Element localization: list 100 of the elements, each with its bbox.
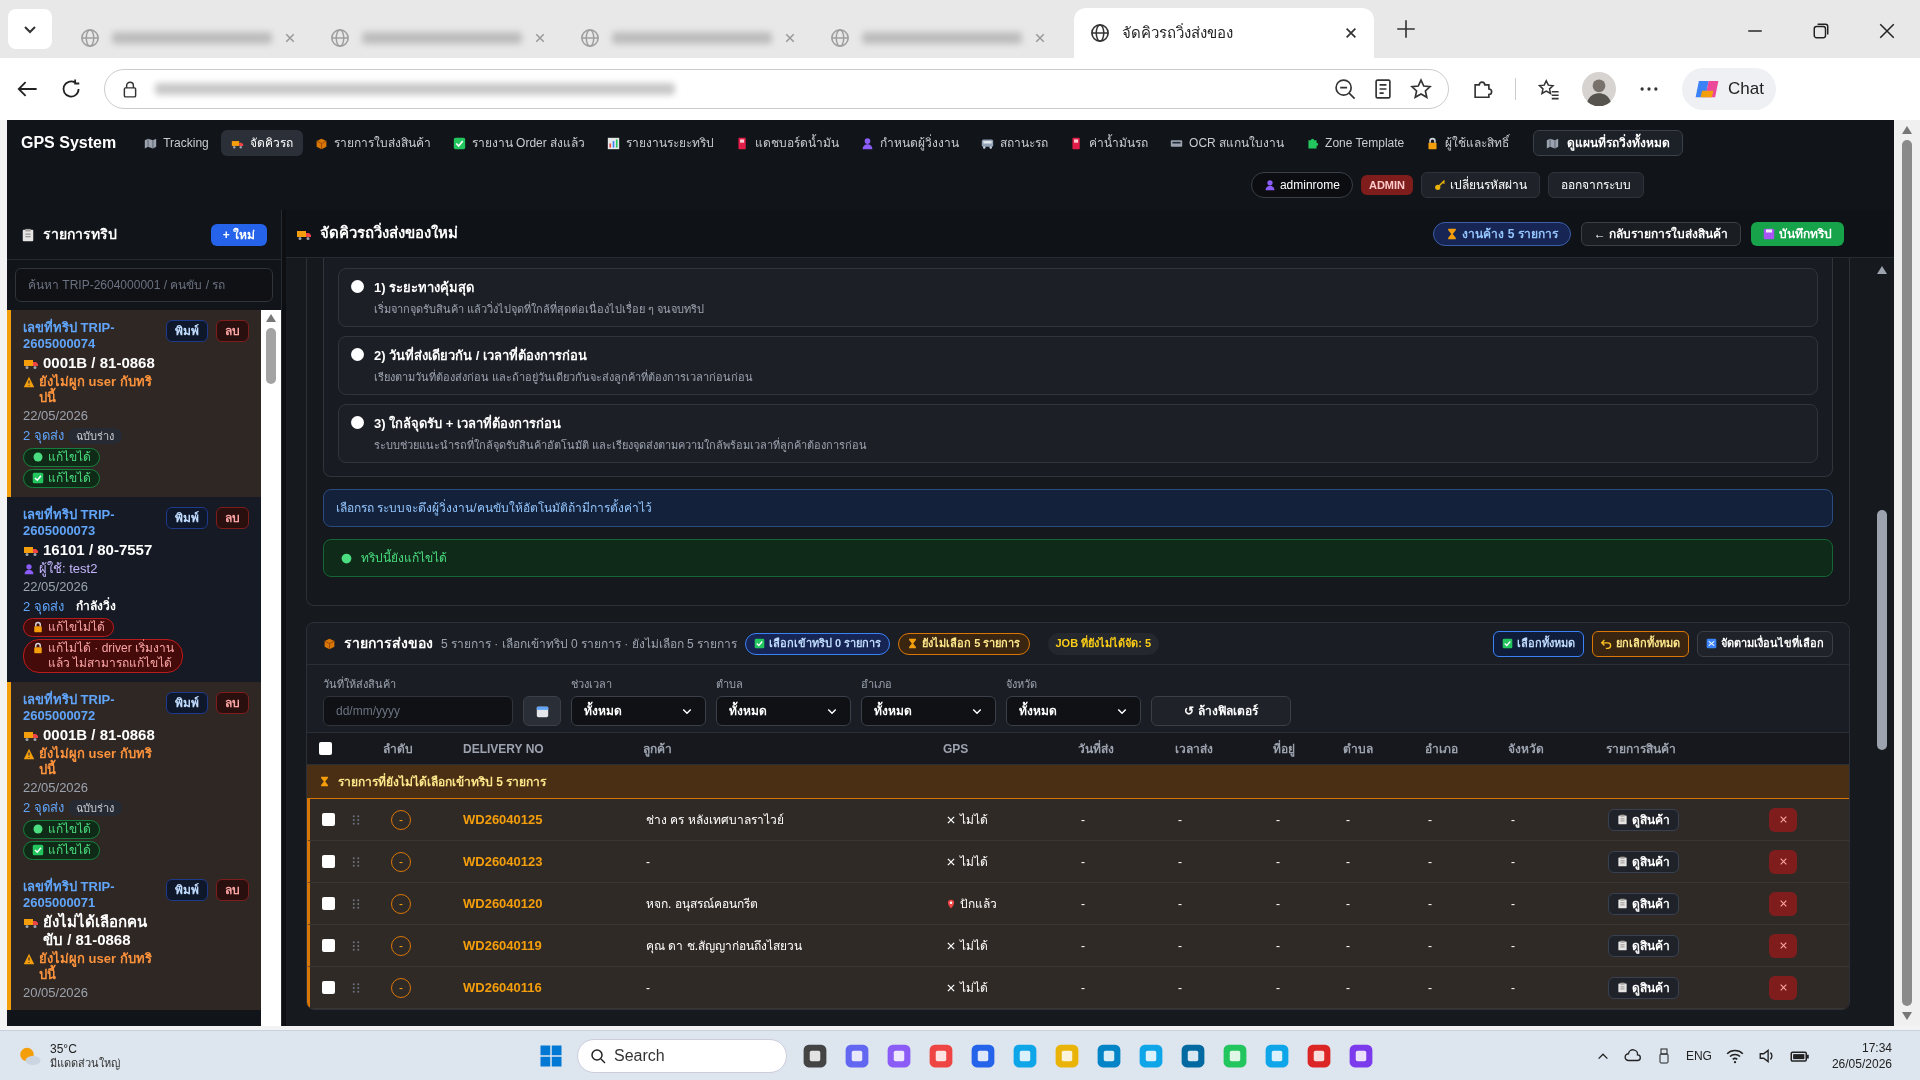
- view-items-button[interactable]: ดูสินค้า: [1608, 850, 1679, 873]
- nav-link[interactable]: Zone Template: [1296, 130, 1415, 156]
- nav-link[interactable]: Tracking: [134, 130, 219, 156]
- table-cell-text: -: [1345, 811, 1351, 829]
- radio-button[interactable]: [351, 416, 364, 429]
- user-icon: [23, 562, 35, 575]
- option-card[interactable]: 3) ใกล้จุดรับ + เวลาที่ต้องการก่อน ระบบช่วยแนะนำรถที่ใกล้จุดรับสินค้าอัตโนมัติ และเรียงจุดส่งตามความใกล้พร้อมเวลาที่ลูกค้าต้องการก่อน: [338, 404, 1818, 463]
- view-items-button[interactable]: ดูสินค้า: [1608, 976, 1679, 999]
- print-button[interactable]: พิมพ์: [166, 506, 209, 529]
- close-icon[interactable]: [1878, 22, 1896, 40]
- delete-button[interactable]: ลบ: [216, 878, 250, 901]
- extension-icon[interactable]: [1471, 78, 1493, 100]
- logout-button[interactable]: ออกจากระบบ: [1548, 172, 1644, 198]
- row-checkbox[interactable]: [322, 813, 335, 826]
- scroll-thumb[interactable]: [1902, 140, 1912, 1006]
- profile-avatar[interactable]: [1582, 72, 1616, 106]
- nav-link[interactable]: รายงาน Order ส่งแล้ว: [442, 130, 596, 156]
- sort-button[interactable]: จัดตามเงื่อนไขที่เลือก: [1697, 630, 1833, 657]
- clear-filters-button[interactable]: ↺ ล้างฟิลเตอร์: [1151, 696, 1291, 726]
- close-icon: [784, 32, 796, 44]
- radio-button[interactable]: [351, 348, 364, 361]
- language-indicator[interactable]: ENG: [1685, 1046, 1712, 1065]
- scroll-thumb[interactable]: [266, 328, 277, 384]
- nav-link[interactable]: รายการใบส่งสินค้า: [304, 130, 441, 156]
- remove-button[interactable]: [1769, 933, 1797, 958]
- star-icon[interactable]: [1410, 78, 1432, 100]
- restore-icon[interactable]: [1812, 22, 1830, 40]
- trip-card[interactable]: เลขที่ทริป TRIP-2605000073 16101 / 80-7557 ผู้ใช้: test2 22/05/2026 2 จุดส่ง กำลังวิ่ง แก้ไขไม่ได้ แก้ไม่ได้ · driver เริ่มงานแล้ว ไม่สามารถแก้ไขได้ พิมพ์ ลบ: [7, 496, 262, 682]
- trip-card[interactable]: เลขที่ทริป TRIP-2605000074 0001B / 81-0868 ยังไม่ผูก user กับทริปนี้ 22/05/2026 2 จุดส่ง ฉบับร่าง แก้ไขได้ แก้ไขได้ พิมพ์ ลบ: [7, 310, 262, 497]
- print-button[interactable]: พิมพ์: [166, 692, 209, 714]
- nav-link[interactable]: ค่าน้ำมันรถ: [1060, 130, 1159, 156]
- option-card[interactable]: 1) ระยะทางคุ้มสุด เริ่มจากจุดรับสินค้า แล้ววิ่งไปจุดที่ใกล้ที่สุดต่อเนื่องไปเรื่อย ๆ จนจบทริป: [338, 268, 1818, 327]
- filter-select[interactable]: ทั้งหมด: [1006, 696, 1141, 726]
- scroll-up-icon[interactable]: [1902, 126, 1912, 134]
- trip-card[interactable]: เลขที่ทริป TRIP-2605000072 0001B / 81-0868 ยังไม่ผูก user กับทริปนี้ 22/05/2026 2 จุดส่ง ฉบับร่าง แก้ไขได้ แก้ไขได้ พิมพ์ ลบ: [7, 682, 262, 869]
- nav-link[interactable]: กำหนดผู้วิ่งงาน: [851, 130, 970, 156]
- print-button[interactable]: พิมพ์: [166, 320, 209, 342]
- scroll-up-icon[interactable]: [1877, 266, 1887, 274]
- nav-link[interactable]: แดชบอร์ดน้ำมัน: [726, 130, 850, 156]
- date-field[interactable]: dd/mm/yyyy: [323, 696, 513, 726]
- remove-button[interactable]: [1769, 891, 1797, 916]
- row-checkbox[interactable]: [322, 897, 335, 910]
- option-description: เริ่มจากจุดรับสินค้า แล้ววิ่งไปจุดที่ใกล้ที่สุดต่อเนื่องไปเรื่อย ๆ จนจบทริป: [374, 300, 705, 317]
- nav-link[interactable]: จัดคิวรถ: [220, 130, 303, 156]
- role-badge: ADMIN: [1360, 175, 1413, 195]
- scrollbar[interactable]: [261, 310, 281, 1026]
- row-checkbox[interactable]: [322, 981, 335, 994]
- zoom-out-icon[interactable]: [1334, 78, 1356, 100]
- search-field[interactable]: ค้นหา TRIP-2604000001 / คนขับ / รถ: [15, 268, 273, 302]
- reader-icon[interactable]: [1372, 78, 1394, 100]
- table-cell-text: -: [1177, 979, 1183, 997]
- customer-name: คุณ ดา ช.สัญญาก่อนถึงไสยวน: [645, 937, 803, 955]
- filter-select[interactable]: ทั้งหมด: [716, 696, 851, 726]
- taskbar-search[interactable]: Search: [576, 1038, 787, 1073]
- stop-count: 2 จุดส่ง: [23, 799, 64, 818]
- delete-button[interactable]: ลบ: [216, 692, 250, 714]
- box-icon: [314, 136, 328, 150]
- radio-button[interactable]: [351, 280, 364, 293]
- browser-tab[interactable]: จัดคิวรถวิ่งส่งของ: [1074, 8, 1374, 58]
- row-checkbox[interactable]: [322, 855, 335, 868]
- trip-number: เลขที่ทริป TRIP-2605000072: [23, 692, 116, 724]
- option-card[interactable]: 2) วันที่ส่งเดียวกัน / เวลาที่ต้องการก่อน เรียงตามวันที่ต้องส่งก่อน และถ้าอยู่วันเดียวกันจะส่งลูกค้าที่ต้องการเวลาก่อนก่อน: [338, 336, 1818, 395]
- lock-icon: [32, 621, 44, 633]
- favorites-icon[interactable]: [1538, 78, 1560, 100]
- print-button[interactable]: พิมพ์: [166, 878, 209, 901]
- windows-icon[interactable]: [538, 1043, 563, 1068]
- scroll-up-icon[interactable]: [266, 314, 277, 322]
- back-button[interactable]: ← กลับรายการใบส่งสินค้า: [1580, 221, 1741, 246]
- chat-button[interactable]: Chat: [1682, 68, 1776, 110]
- remove-button[interactable]: [1769, 807, 1797, 832]
- delete-button[interactable]: ลบ: [216, 320, 250, 342]
- map-view-button[interactable]: ดูแผนที่รถวิ่งทั้งหมด: [1533, 130, 1684, 156]
- trip-card[interactable]: เลขที่ทริป TRIP-2605000071 ยังไม่ได้เลือกคนขับ / 81-0868 ยังไม่ผูก user กับทริปนี้ 20/05/2026 พิมพ์ ลบ: [7, 868, 262, 1010]
- refresh-icon[interactable]: [60, 78, 82, 100]
- view-items-button[interactable]: ดูสินค้า: [1608, 892, 1679, 915]
- select-all-button[interactable]: เลือกทั้งหมด: [1493, 630, 1584, 657]
- pending-badge: งานค้าง 5 รายการ: [1433, 221, 1571, 246]
- row-checkbox[interactable]: [319, 742, 332, 755]
- nav-link[interactable]: ผู้ใช้และสิทธิ์: [1416, 130, 1520, 156]
- delivery-number: WD26040123: [462, 852, 544, 871]
- change-password-button[interactable]: เปลี่ยนรหัสผ่าน: [1421, 172, 1540, 198]
- deselect-all-button[interactable]: ยกเลิกทั้งหมด: [1592, 630, 1689, 657]
- trip-note: ยังไม่ผูก user กับทริปนี้: [23, 374, 163, 406]
- row-checkbox[interactable]: [322, 939, 335, 952]
- calendar-button[interactable]: [523, 696, 561, 726]
- drag-handle-icon: [350, 855, 362, 868]
- nav-link[interactable]: OCR สแกนใบงาน: [1160, 130, 1295, 156]
- nav-link[interactable]: สถานะรถ: [971, 130, 1059, 156]
- new-trip-button[interactable]: + ใหม่: [210, 223, 267, 246]
- view-items-button[interactable]: ดูสินค้า: [1608, 934, 1679, 957]
- delete-button[interactable]: ลบ: [216, 506, 250, 529]
- scroll-thumb[interactable]: [1877, 510, 1887, 750]
- nav-link[interactable]: รายงานระยะทริป: [597, 130, 725, 156]
- filter-select[interactable]: ทั้งหมด: [571, 696, 706, 726]
- remove-button[interactable]: [1769, 849, 1797, 874]
- filter-select[interactable]: ทั้งหมด: [861, 696, 996, 726]
- scroll-down-icon[interactable]: [1902, 1012, 1912, 1020]
- close-icon: [1034, 32, 1046, 44]
- view-items-button[interactable]: ดูสินค้า: [1608, 808, 1679, 831]
- remove-button[interactable]: [1769, 975, 1797, 1000]
